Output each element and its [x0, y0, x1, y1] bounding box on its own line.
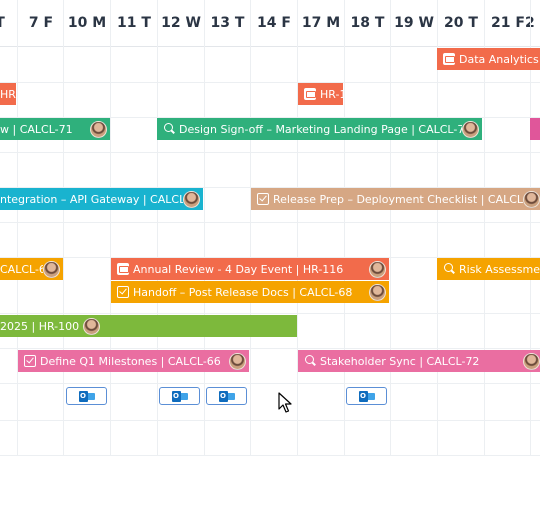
- day-header[interactable]: 17 M: [298, 0, 344, 46]
- search-check-icon: [304, 355, 316, 367]
- event-bar[interactable]: w | CALCL-71: [0, 118, 110, 140]
- grid-line: [17, 0, 18, 456]
- grid-line: [250, 0, 251, 456]
- grid-line: [0, 420, 540, 421]
- day-header[interactable]: 14 F: [251, 0, 297, 46]
- checkbox-icon: [117, 286, 129, 298]
- outlook-chip[interactable]: O: [206, 387, 247, 405]
- grid-line: [0, 82, 540, 83]
- event-title: HR-: [0, 87, 16, 101]
- outlook-icon: O: [358, 390, 375, 402]
- grid-line: [297, 0, 298, 456]
- outlook-icon: O: [218, 390, 235, 402]
- event-title: HR-1: [320, 87, 343, 101]
- avatar: [369, 283, 386, 301]
- event-bar[interactable]: Release Prep – Deployment Checklist | CA…: [251, 188, 540, 210]
- event-bar[interactable]: CALCL-69: [0, 258, 63, 280]
- event-title: Handoff – Post Release Docs | CALCL-68: [133, 285, 353, 299]
- avatar: [183, 190, 200, 208]
- avatar: [523, 190, 540, 208]
- event-bar[interactable]: 2025 | HR-100: [0, 315, 297, 337]
- event-title: CALCL-69: [0, 262, 43, 276]
- day-header[interactable]: 11 T: [111, 0, 157, 46]
- day-header[interactable]: 18 T: [345, 0, 390, 46]
- outlook-icon: O: [171, 390, 188, 402]
- event-bar[interactable]: HR-: [0, 83, 16, 105]
- event-bar[interactable]: Data Analytics S: [437, 48, 540, 70]
- briefcase-icon: [304, 88, 316, 100]
- avatar: [83, 317, 101, 335]
- event-title: Design Sign-off – Marketing Landing Page…: [179, 122, 462, 136]
- grid-line: [0, 455, 540, 456]
- checkbox-icon: [24, 355, 36, 367]
- event-bar[interactable]: Define Q1 Milestones | CALCL-66: [18, 350, 249, 372]
- day-header[interactable]: 7 F: [19, 0, 63, 46]
- avatar: [369, 260, 386, 278]
- event-title: Data Analytics S: [459, 52, 540, 66]
- briefcase-icon: [117, 263, 129, 275]
- event-bar[interactable]: HR-1: [298, 83, 343, 105]
- briefcase-icon: [443, 53, 455, 65]
- avatar: [523, 352, 540, 370]
- day-header[interactable]: 2: [525, 0, 540, 46]
- outlook-chip[interactable]: O: [159, 387, 200, 405]
- day-header-row: T 7 F 10 M 11 T 12 W 13 T 14 F 17 M 18 T…: [0, 0, 540, 47]
- search-check-icon: [163, 123, 175, 135]
- grid-line: [0, 313, 540, 314]
- outlook-chip[interactable]: O: [346, 387, 387, 405]
- outlook-icon: O: [78, 390, 95, 402]
- grid-line: [0, 383, 540, 384]
- search-check-icon: [443, 263, 455, 275]
- avatar: [43, 260, 60, 278]
- avatar: [462, 120, 479, 138]
- avatar: [229, 352, 246, 370]
- event-bar[interactable]: Annual Review - 4 Day Event | HR-116: [111, 258, 389, 280]
- grid-line: [0, 222, 540, 223]
- grid-line: [157, 0, 158, 456]
- grid-line: [204, 0, 205, 456]
- event-bar[interactable]: Design Sign-off – Marketing Landing Page…: [157, 118, 482, 140]
- grid-line: [110, 0, 111, 456]
- mouse-cursor-icon: [278, 392, 292, 413]
- grid-line: [63, 0, 64, 456]
- event-bar[interactable]: Risk Assessment: [437, 258, 540, 280]
- day-header[interactable]: 10 M: [64, 0, 110, 46]
- day-header[interactable]: 12 W: [158, 0, 204, 46]
- grid-line: [0, 348, 540, 349]
- grid-line: [390, 0, 391, 456]
- event-title: Annual Review - 4 Day Event | HR-116: [133, 262, 344, 276]
- event-bar[interactable]: [530, 118, 540, 140]
- day-header[interactable]: 19 W: [391, 0, 437, 46]
- avatar: [90, 120, 107, 138]
- event-title: Release Prep – Deployment Checklist | CA…: [273, 192, 523, 206]
- event-title: 2025 | HR-100: [0, 319, 80, 333]
- event-bar[interactable]: Stakeholder Sync | CALCL-72: [298, 350, 540, 372]
- checkbox-icon: [257, 193, 269, 205]
- event-bar[interactable]: ntegration – API Gateway | CALCL-67: [0, 188, 203, 210]
- calendar-timeline: T 7 F 10 M 11 T 12 W 13 T 14 F 17 M 18 T…: [0, 0, 540, 456]
- event-title: Risk Assessment: [459, 262, 540, 276]
- event-title: Define Q1 Milestones | CALCL-66: [40, 354, 221, 368]
- day-header[interactable]: 20 T: [438, 0, 484, 46]
- grid-line: [0, 152, 540, 153]
- event-title: ntegration – API Gateway | CALCL-67: [0, 192, 183, 206]
- outlook-chip[interactable]: O: [66, 387, 107, 405]
- event-title: Stakeholder Sync | CALCL-72: [320, 354, 480, 368]
- event-bar[interactable]: Handoff – Post Release Docs | CALCL-68: [111, 281, 389, 303]
- event-title: w | CALCL-71: [0, 122, 73, 136]
- grid-line: [344, 0, 345, 456]
- day-header[interactable]: 13 T: [205, 0, 250, 46]
